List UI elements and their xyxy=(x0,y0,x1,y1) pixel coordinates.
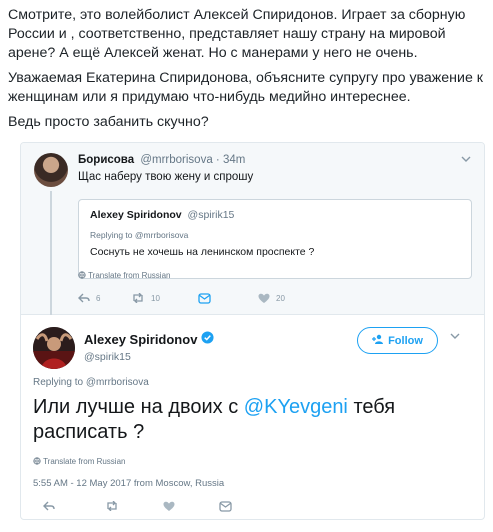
translate-label: Translate from Russian xyxy=(88,271,171,280)
translate-link[interactable]: Translate from Russian xyxy=(33,457,125,466)
reply-handle-link[interactable]: @mrrborisova xyxy=(86,377,149,388)
inner-author-handle[interactable]: @spirik15 xyxy=(188,209,235,221)
inner-tweet-header: Alexey Spiridonov @spirik15 xyxy=(90,209,234,221)
tweet-header: Борисова @mrrborisova · 34m xyxy=(78,154,245,166)
tweet-time[interactable]: 34m xyxy=(223,154,245,166)
author-handle[interactable]: @mrrborisova xyxy=(140,154,212,166)
replying-to: Replying to @mrrborisova xyxy=(33,377,149,388)
tweet-actions: 6 10 20 xyxy=(78,293,378,307)
retweet-button[interactable] xyxy=(105,501,119,511)
intro-paragraph-3: Ведь просто забанить скучно? xyxy=(8,114,209,130)
conversation-tweet[interactable]: Борисова @mrrborisova · 34m Щас наберу т… xyxy=(21,143,484,315)
follow-label: Follow xyxy=(388,334,423,347)
intro-text: Смотрите, это волейболист Алексей Спирид… xyxy=(8,6,486,138)
like-button[interactable]: 20 xyxy=(258,293,285,304)
translate-link[interactable]: Translate from Russian xyxy=(78,271,170,280)
quoted-inner-tweet[interactable]: Alexey Spiridonov @spirik15 Replying to … xyxy=(78,199,472,279)
author-handle[interactable]: @spirik15 xyxy=(84,351,131,363)
dm-button[interactable] xyxy=(198,293,211,304)
tweet-timestamp: 5:55 AM - 12 May 2017 from Moscow, Russi… xyxy=(33,478,224,489)
inner-author-name[interactable]: Alexey Spiridonov xyxy=(90,209,182,221)
like-count: 20 xyxy=(276,294,285,303)
reply-count: 6 xyxy=(96,293,101,303)
inner-reply-handle-link[interactable]: @mrrborisova xyxy=(135,230,189,240)
verified-icon xyxy=(201,331,214,347)
chevron-down-icon[interactable] xyxy=(449,329,461,347)
author-name[interactable]: Alexey Spiridonov xyxy=(84,332,197,347)
dm-icon xyxy=(219,501,232,512)
reply-icon xyxy=(43,501,55,511)
reply-button[interactable] xyxy=(43,501,55,511)
separator: · xyxy=(215,154,220,166)
author-name[interactable]: Борисова xyxy=(78,154,134,166)
follow-button[interactable]: Follow xyxy=(357,327,438,354)
chevron-down-icon[interactable] xyxy=(460,153,472,165)
like-icon xyxy=(258,293,270,304)
location-link[interactable]: Moscow, Russia xyxy=(156,478,225,489)
avatar[interactable] xyxy=(33,327,75,369)
follow-person-icon xyxy=(372,334,384,347)
inner-tweet-text: Соснуть не хочешь на ленинском проспекте… xyxy=(90,246,315,258)
thread-line xyxy=(50,191,52,315)
intro-paragraph-1: Смотрите, это волейболист Алексей Спирид… xyxy=(8,7,466,61)
like-icon xyxy=(163,501,175,512)
retweet-icon xyxy=(131,293,145,303)
tweet-text-start: Или лучше на двоих с xyxy=(33,396,244,418)
intro-paragraph-2: Уважаемая Екатерина Спиридонова, объясни… xyxy=(8,70,483,105)
tweet-actions xyxy=(33,501,333,515)
tweet-text: Или лучше на двоих с @KYevgeni тебя расп… xyxy=(33,395,463,445)
dm-button[interactable] xyxy=(219,501,232,512)
reply-button[interactable]: 6 xyxy=(78,293,100,303)
retweet-icon xyxy=(105,501,119,511)
main-tweet: Alexey Spiridonov @spirik15 Follow Reply… xyxy=(21,315,484,519)
tweet-text: Щас наберу твою жену и спрошу xyxy=(78,171,254,183)
author-name-row: Alexey Spiridonov xyxy=(84,331,214,347)
translate-label: Translate from Russian xyxy=(43,457,126,466)
globe-icon xyxy=(33,457,43,466)
retweet-button[interactable]: 10 xyxy=(131,293,160,303)
timestamp-text[interactable]: 5:55 AM - 12 May 2017 from xyxy=(33,478,153,489)
inner-reply-prefix: Replying to xyxy=(90,230,133,240)
like-button[interactable] xyxy=(163,501,175,512)
avatar[interactable] xyxy=(34,153,68,187)
dm-icon xyxy=(198,293,211,304)
mention-link[interactable]: @KYevgeni xyxy=(244,396,348,418)
retweet-count: 10 xyxy=(151,293,160,303)
globe-icon xyxy=(78,271,88,280)
reply-icon xyxy=(78,293,90,303)
reply-prefix: Replying to xyxy=(33,377,84,388)
inner-replying-to: Replying to @mrrborisova xyxy=(90,230,188,240)
tweet-card: Борисова @mrrborisova · 34m Щас наберу т… xyxy=(20,142,485,520)
